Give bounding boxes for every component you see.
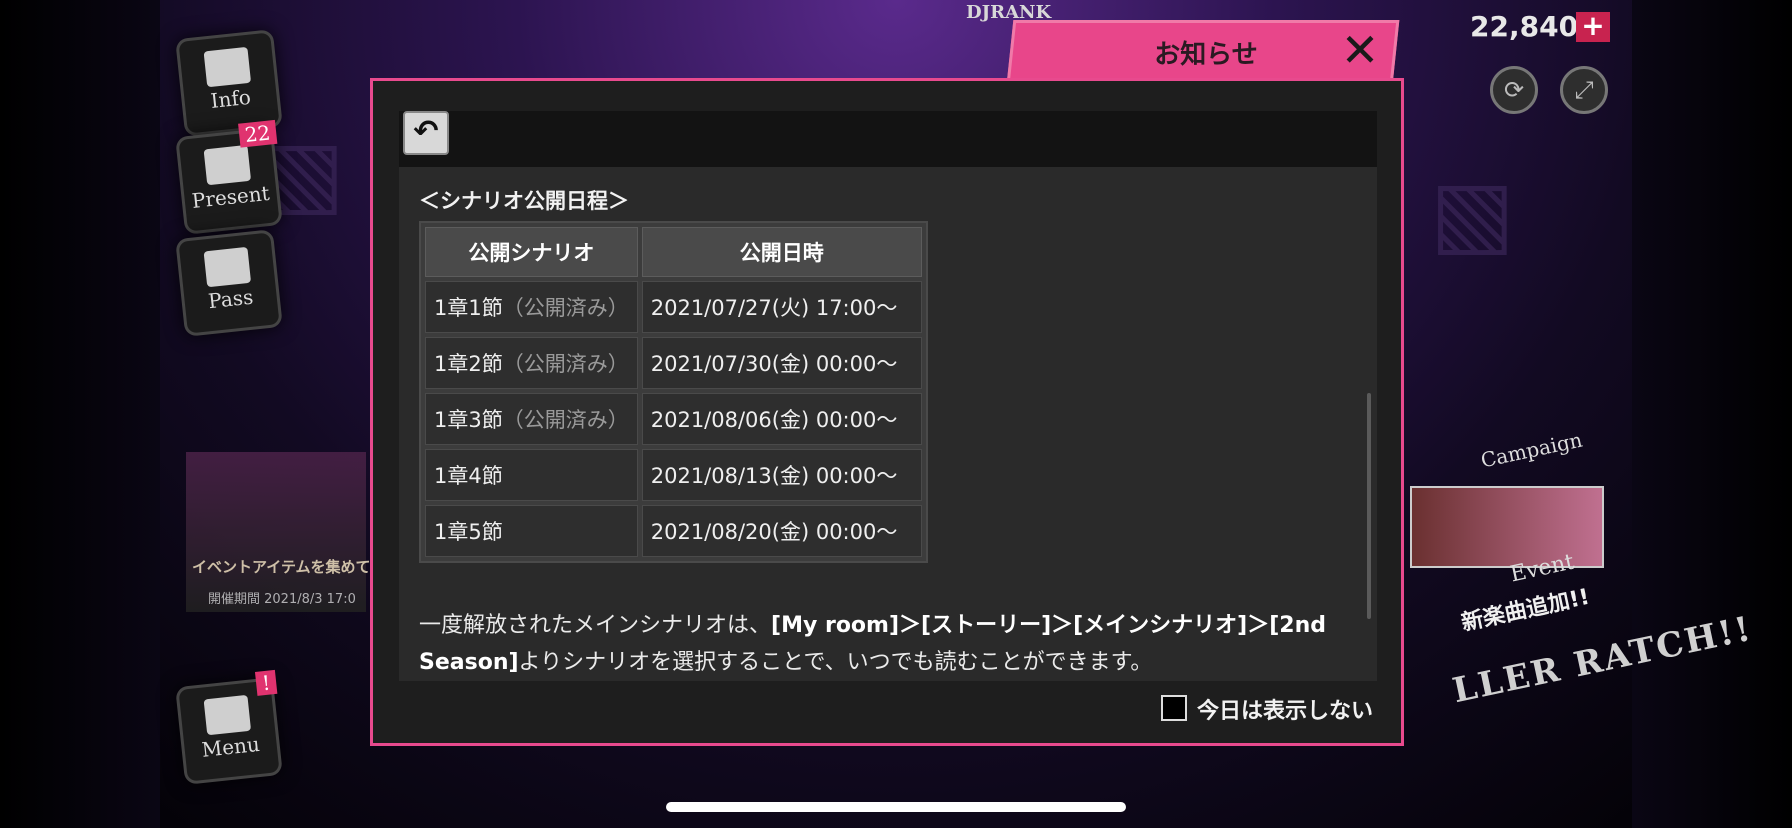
campaign-label: Campaign [1478, 427, 1585, 473]
pass-button-label: Pass [207, 284, 255, 314]
table-cell-scenario: 1章2節（公開済み） [425, 337, 638, 389]
background-left-shade [0, 0, 160, 828]
home-indicator[interactable] [666, 802, 1126, 812]
scrollbar[interactable] [1367, 393, 1371, 619]
table-header: 公開日時 [641, 227, 922, 277]
table-header: 公開シナリオ [425, 227, 638, 277]
table-row: 1章1節（公開済み） 2021/07/27(火) 17:00〜 [425, 281, 922, 333]
fullscreen-icon[interactable]: ⤢ [1560, 66, 1608, 114]
notice-text: 一度解放されたメインシナリオは、[My room]＞[ストーリー]＞[メインシナ… [419, 607, 1349, 681]
released-status: （公開済み） [502, 352, 629, 376]
released-status: （公開済み） [502, 408, 629, 432]
table-cell-scenario: 1章5節 [425, 505, 638, 557]
table-cell-date: 2021/08/13(金) 00:00〜 [641, 449, 922, 501]
table-cell-scenario: 1章1節（公開済み） [425, 281, 638, 333]
back-arrow-icon[interactable]: ↶ [403, 111, 449, 155]
event-thumbnail [1410, 486, 1604, 568]
envelope-icon [203, 46, 252, 88]
present-button[interactable]: 22 Present [175, 119, 283, 235]
schedule-table: 公開シナリオ 公開日時 1章1節（公開済み） 2021/07/27(火) 17:… [419, 221, 928, 563]
event-banner-period: 開催期間 2021/8/3 17:0 [208, 592, 356, 607]
table-cell-date: 2021/08/20(金) 00:00〜 [641, 505, 922, 557]
menu-button[interactable]: ! Menu [175, 669, 283, 785]
section-title: ＜シナリオ公開日程＞ [419, 189, 629, 213]
notice-suffix: よりシナリオを選択することで、いつでも読むことができます。 [518, 650, 1153, 675]
currency-amount: 22,840 [1470, 10, 1579, 43]
background-right-shade [1632, 0, 1792, 828]
grid-icon [203, 694, 252, 736]
event-banner-right[interactable]: Campaign Event 新楽曲追加!! LLER RATCH!! [1400, 378, 1756, 711]
modal-title: お知らせ [1154, 40, 1258, 70]
event-banner-text: イベントアイテムを集めて [192, 558, 371, 576]
table-row: 1章3節（公開済み） 2021/08/06(金) 00:00〜 [425, 393, 922, 445]
table-row: 1章4節 2021/08/13(金) 00:00〜 [425, 449, 922, 501]
chapter-label: 1章2節 [434, 352, 503, 376]
released-status: （公開済み） [502, 296, 629, 320]
chapter-label: 1章5節 [434, 520, 503, 544]
close-icon[interactable]: ✕ [1336, 27, 1384, 76]
chapter-label: 1章4節 [434, 464, 503, 488]
table-cell-scenario: 1章4節 [425, 449, 638, 501]
modal-top-bar [399, 111, 1377, 167]
new-song-label: 新楽曲追加!! [1459, 584, 1592, 637]
refresh-icon[interactable]: ⟳ [1490, 66, 1538, 114]
notice-prefix: 一度解放されたメインシナリオは、 [419, 613, 772, 638]
table-row: 1章5節 2021/08/20(金) 00:00〜 [425, 505, 922, 557]
menu-button-label: Menu [200, 731, 261, 762]
present-button-label: Present [190, 180, 271, 213]
chapter-label: 1章3節 [434, 408, 503, 432]
table-cell-date: 2021/07/27(火) 17:00〜 [641, 281, 922, 333]
scroll-content[interactable]: ＜シナリオ公開日程＞ 公開シナリオ 公開日時 1章1節（公開済み） 2021/0… [419, 181, 1349, 675]
gift-box-icon [203, 144, 252, 186]
pass-icon [203, 246, 252, 288]
dont-show-today-checkbox[interactable] [1161, 695, 1187, 721]
modal-content-panel: ＜シナリオ公開日程＞ 公開シナリオ 公開日時 1章1節（公開済み） 2021/0… [399, 111, 1377, 681]
background-decoration: ▧ [1430, 160, 1516, 266]
table-cell-date: 2021/08/06(金) 00:00〜 [641, 393, 922, 445]
table-cell-scenario: 1章3節（公開済み） [425, 393, 638, 445]
table-row: 1章2節（公開済み） 2021/07/30(金) 00:00〜 [425, 337, 922, 389]
dont-show-today-label[interactable]: 今日は表示しない [1197, 693, 1373, 725]
menu-alert-badge: ! [254, 669, 278, 696]
notice-modal: ＜シナリオ公開日程＞ 公開シナリオ 公開日時 1章1節（公開済み） 2021/0… [370, 78, 1404, 746]
table-cell-date: 2021/07/30(金) 00:00〜 [641, 337, 922, 389]
chapter-label: 1章1節 [434, 296, 503, 320]
event-banner-left[interactable]: イベントアイテムを集めて 開催期間 2021/8/3 17:0 [186, 452, 371, 612]
table-header-row: 公開シナリオ 公開日時 [425, 227, 922, 277]
present-count-badge: 22 [237, 119, 278, 148]
add-currency-button[interactable]: + [1576, 12, 1610, 42]
info-button-label: Info [209, 84, 252, 113]
pass-button[interactable]: Pass [175, 229, 283, 337]
